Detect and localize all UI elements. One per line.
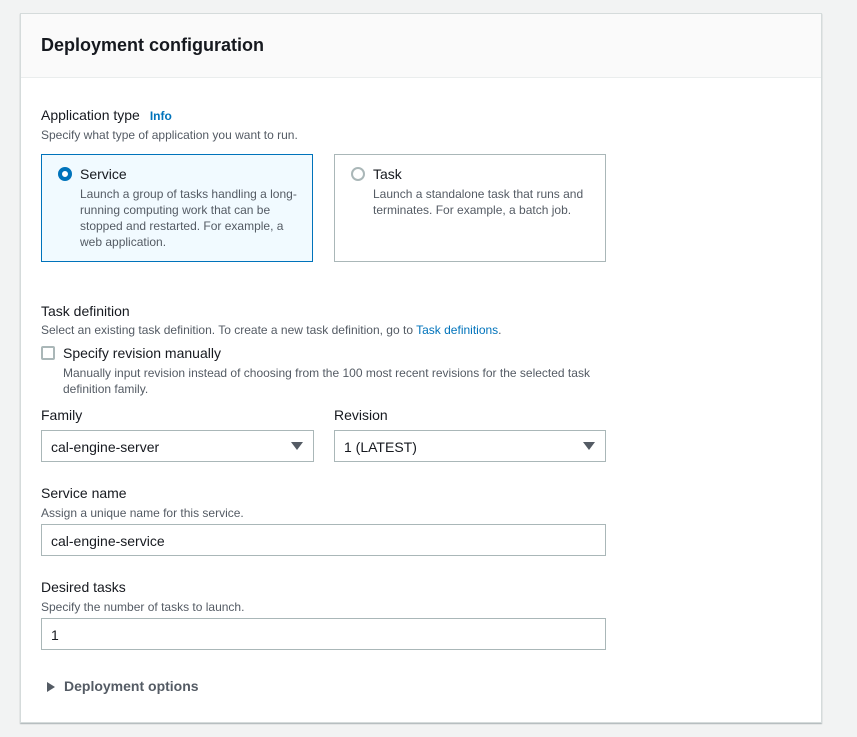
caret-down-icon bbox=[291, 442, 303, 450]
revision-label: Revision bbox=[334, 407, 388, 423]
application-type-label: Application type bbox=[41, 107, 140, 123]
task-definition-description-text: Select an existing task definition. To c… bbox=[41, 323, 413, 337]
service-name-description: Assign a unique name for this service. bbox=[41, 506, 244, 520]
panel-title: Deployment configuration bbox=[41, 35, 265, 55]
service-name-label: Service name bbox=[41, 485, 127, 501]
tile-task[interactable]: Task Launch a standalone task that runs … bbox=[334, 154, 606, 262]
application-type-header: Application type Info bbox=[41, 107, 172, 125]
panel-header: Deployment configuration bbox=[21, 14, 821, 78]
service-name-value: cal-engine-service bbox=[51, 533, 165, 549]
desired-tasks-label: Desired tasks bbox=[41, 579, 126, 595]
service-radio[interactable] bbox=[58, 167, 72, 181]
task-definition-description-end: . bbox=[498, 323, 502, 337]
task-description: Launch a standalone task that runs and t… bbox=[373, 187, 584, 217]
service-description: Launch a group of tasks handling a long-… bbox=[80, 187, 297, 249]
family-select[interactable]: cal-engine-server bbox=[41, 430, 314, 462]
specify-revision-checkbox[interactable] bbox=[41, 346, 55, 360]
service-name-input[interactable]: cal-engine-service bbox=[41, 524, 606, 556]
task-definitions-link[interactable]: Task definitions bbox=[416, 323, 498, 337]
desired-tasks-value: 1 bbox=[51, 627, 59, 643]
task-definition-description: Select an existing task definition. To c… bbox=[41, 322, 502, 338]
deployment-options-expander[interactable]: Deployment options bbox=[47, 677, 247, 697]
family-label: Family bbox=[41, 407, 83, 423]
application-type-description: Specify what type of application you wan… bbox=[41, 128, 298, 142]
service-title: Service bbox=[80, 166, 127, 182]
deployment-configuration-panel: Deployment configuration Application typ… bbox=[20, 13, 822, 723]
info-link[interactable]: Info bbox=[150, 109, 172, 123]
task-title: Task bbox=[373, 166, 402, 182]
revision-select[interactable]: 1 (LATEST) bbox=[334, 430, 606, 462]
desired-tasks-description: Specify the number of tasks to launch. bbox=[41, 600, 245, 614]
task-definition-label: Task definition bbox=[41, 303, 130, 319]
desired-tasks-input[interactable]: 1 bbox=[41, 618, 606, 650]
family-value: cal-engine-server bbox=[51, 439, 160, 455]
caret-right-icon bbox=[47, 682, 55, 692]
deployment-options-label: Deployment options bbox=[64, 678, 199, 694]
specify-revision-label[interactable]: Specify revision manually bbox=[63, 345, 221, 361]
revision-value: 1 (LATEST) bbox=[344, 439, 417, 455]
tile-service[interactable]: Service Launch a group of tasks handling… bbox=[41, 154, 313, 262]
caret-down-icon bbox=[583, 442, 595, 450]
task-radio[interactable] bbox=[351, 167, 365, 181]
specify-revision-description: Manually input revision instead of choos… bbox=[63, 366, 590, 396]
